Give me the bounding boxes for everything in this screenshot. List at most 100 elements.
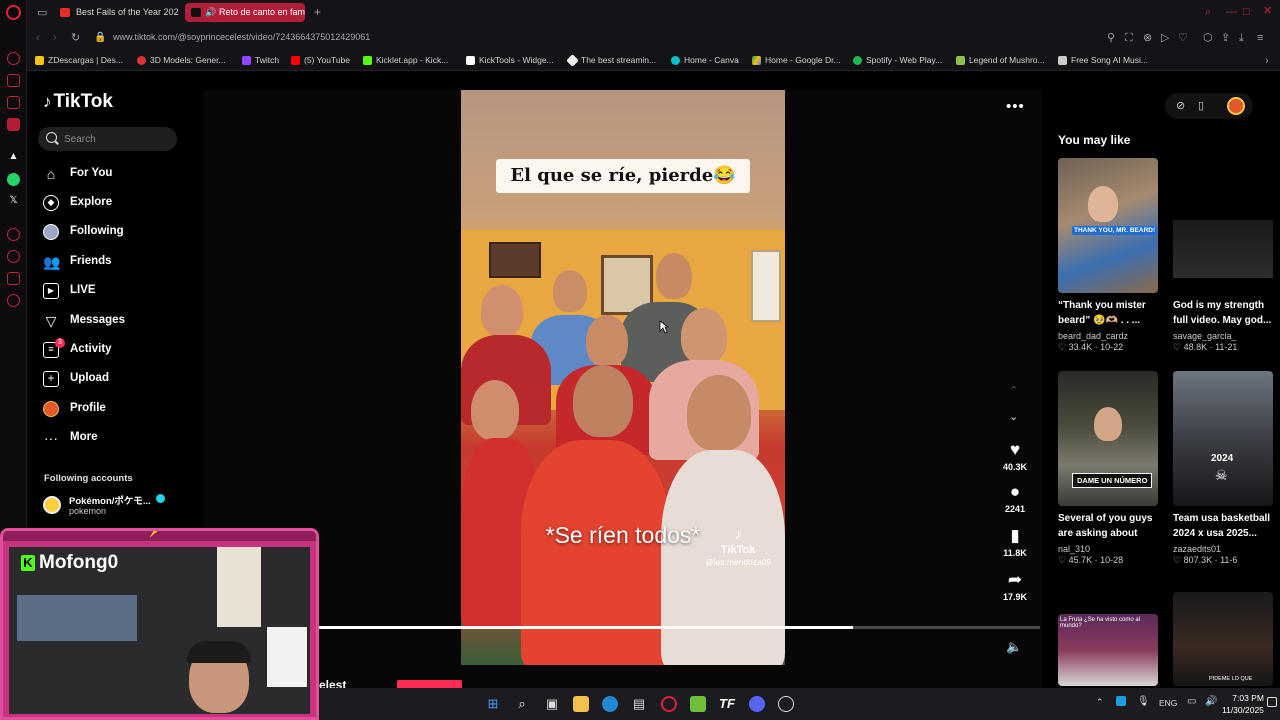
extensions-icon[interactable]: ⬡ bbox=[1203, 32, 1213, 44]
video-player[interactable]: El que se ríe, pierde😂 *Se ríen todos* ♪… bbox=[461, 90, 785, 665]
like-button[interactable]: ♥ 40.3K bbox=[995, 441, 1035, 473]
bookmark-item[interactable]: (5) YouTube bbox=[291, 55, 350, 65]
task-view-icon[interactable]: ▣ bbox=[544, 696, 560, 712]
speaker-tray-icon[interactable]: 🔊 bbox=[1205, 696, 1217, 707]
reload-icon[interactable]: ↻ bbox=[71, 32, 80, 44]
previous-video-icon[interactable]: ⌃ bbox=[1009, 384, 1018, 397]
nav-more[interactable]: ··· More bbox=[41, 426, 191, 450]
bookmark-item[interactable]: Twitch bbox=[242, 55, 279, 65]
opera-taskbar-icon[interactable] bbox=[661, 696, 677, 712]
menu-icon[interactable]: ≡ bbox=[1257, 32, 1263, 44]
search-input[interactable] bbox=[64, 130, 172, 148]
recommended-video-card[interactable]: God is my strength full video. May god..… bbox=[1173, 158, 1273, 353]
clock-icon[interactable] bbox=[7, 250, 20, 263]
language-indicator[interactable]: ENG bbox=[1159, 698, 1177, 708]
edge-icon[interactable] bbox=[602, 696, 618, 712]
taskbar-search-icon[interactable]: ⌕ bbox=[514, 696, 530, 712]
share-arrow-icon: ➦ bbox=[1007, 570, 1023, 589]
network-icon[interactable]: ▭ bbox=[1187, 696, 1196, 707]
volume-icon[interactable]: 🔈 bbox=[1006, 639, 1022, 655]
snapshot-icon[interactable]: ⛶ bbox=[1125, 32, 1133, 44]
opera-logo-icon[interactable] bbox=[6, 5, 21, 20]
recommended-video-card[interactable]: THANK YOU, MR. BEARD! “Thank you mister … bbox=[1058, 158, 1158, 353]
recommended-video-card[interactable]: DAME UN NÚMERO Several of you guys are a… bbox=[1058, 371, 1158, 566]
nav-messages[interactable]: ▽ Messages bbox=[41, 309, 191, 333]
download-icon[interactable]: ⤓ bbox=[1239, 32, 1244, 44]
nav-friends[interactable]: 👥 Friends bbox=[41, 250, 191, 274]
tab-reto-de-canto[interactable]: 🔊 Reto de canto en fami bbox=[185, 3, 305, 22]
video-progress-bar[interactable] bbox=[319, 626, 1040, 629]
close-window-button[interactable]: ✕ bbox=[1263, 5, 1272, 17]
typeframe-icon[interactable]: TF bbox=[719, 696, 735, 712]
nav-live[interactable]: ▶ LIVE bbox=[41, 279, 191, 303]
pin-icon[interactable]: ⚲ bbox=[1107, 32, 1115, 44]
bookmarks-overflow-icon[interactable]: › bbox=[1265, 55, 1269, 67]
cube-icon[interactable] bbox=[7, 272, 20, 285]
notifications-icon[interactable] bbox=[1267, 697, 1277, 707]
bookmark-item[interactable]: Legend of Mushro... bbox=[956, 55, 1045, 65]
minimize-button[interactable]: — bbox=[1226, 6, 1237, 18]
x-twitter-icon[interactable]: 𝕏 bbox=[7, 195, 20, 208]
history-icon[interactable] bbox=[7, 228, 20, 241]
bookmark-item[interactable]: Free Song AI Musi... bbox=[1058, 55, 1148, 65]
tab-best-fails[interactable]: Best Fails of the Year 202 bbox=[54, 3, 180, 22]
search-box[interactable] bbox=[38, 127, 177, 151]
nav-explore[interactable]: ◆ Explore bbox=[41, 191, 191, 215]
recommended-video-card[interactable]: La Fruta ¿Se ha visto como al mundo? bbox=[1058, 614, 1158, 686]
recommended-video-card[interactable]: PIDEME LO QUE bbox=[1173, 592, 1273, 686]
store-icon[interactable]: ▤ bbox=[631, 696, 647, 712]
aria-icon[interactable] bbox=[7, 52, 20, 65]
nav-activity[interactable]: ≡ 3 Activity bbox=[41, 338, 191, 362]
bookmark-item[interactable]: Home - Canva bbox=[671, 55, 739, 65]
tiktok-logo[interactable]: ♪ TikTok bbox=[43, 91, 113, 113]
whatsapp-icon[interactable] bbox=[7, 173, 20, 186]
vpn-icon[interactable]: ⊗ bbox=[1143, 32, 1152, 44]
discord-icon[interactable] bbox=[749, 696, 765, 712]
app-stack-icon[interactable] bbox=[690, 696, 706, 712]
instagram-icon[interactable] bbox=[7, 118, 20, 131]
file-explorer-icon[interactable] bbox=[573, 696, 589, 712]
nav-following[interactable]: Following bbox=[41, 220, 191, 244]
bookmark-item[interactable]: KickTools - Widge... bbox=[466, 55, 554, 65]
microphone-icon[interactable]: 🎙 bbox=[1137, 696, 1150, 707]
player-icon[interactable]: ▷ bbox=[1161, 32, 1169, 44]
shield-icon[interactable] bbox=[7, 96, 20, 109]
bookmark-item[interactable]: ZDescargas | Des... bbox=[35, 55, 123, 65]
device-icon[interactable]: ▯ bbox=[1198, 99, 1204, 112]
url-field[interactable]: www.tiktok.com/@soyprincecelest/video/72… bbox=[113, 32, 370, 42]
taskbar-clock[interactable]: 7:03 PM 11/30/2025 bbox=[1222, 692, 1264, 716]
following-account-item[interactable]: Pokémon/ポケモ... pokemon bbox=[41, 492, 191, 522]
flow-icon[interactable]: ▲ bbox=[7, 151, 20, 164]
user-avatar[interactable] bbox=[1227, 97, 1245, 115]
bag-icon[interactable] bbox=[7, 74, 20, 87]
speaker-icon[interactable]: 🔊 bbox=[205, 3, 216, 22]
bookmark-item[interactable]: The best streamin... bbox=[566, 54, 656, 67]
video-more-options-icon[interactable]: ••• bbox=[1006, 98, 1025, 115]
share-button[interactable]: ➦ 17.9K bbox=[995, 570, 1035, 603]
nav-upload[interactable]: + Upload bbox=[41, 367, 191, 391]
forward-icon[interactable]: › bbox=[53, 32, 57, 44]
get-coins-icon[interactable]: ⊘ bbox=[1176, 99, 1185, 112]
new-tab-button[interactable]: + bbox=[314, 6, 321, 18]
windows-start-icon[interactable]: ⊞ bbox=[485, 696, 501, 712]
app-gear-icon[interactable] bbox=[778, 696, 794, 712]
tray-overflow-icon[interactable]: ⌃ bbox=[1096, 697, 1104, 708]
search-tabs-icon[interactable]: ⌕ bbox=[1205, 6, 1211, 18]
share-icon[interactable]: ⇪ bbox=[1221, 32, 1230, 44]
back-icon[interactable]: ‹ bbox=[36, 32, 40, 44]
heart-icon[interactable]: ♡ bbox=[1178, 32, 1188, 44]
save-button[interactable]: ▮ 11.8K bbox=[995, 527, 1035, 559]
bookmark-item[interactable]: Home - Google Dr... bbox=[752, 55, 841, 65]
nav-for-you[interactable]: ⌂ For You bbox=[41, 162, 191, 186]
recommended-video-card[interactable]: 2024 ☠ Team usa basketball 2024 x usa 20… bbox=[1173, 371, 1273, 566]
maximize-button[interactable]: □ bbox=[1243, 6, 1250, 18]
comment-button[interactable]: ● 2241 bbox=[995, 483, 1035, 515]
settings-icon[interactable] bbox=[7, 294, 20, 307]
next-video-icon[interactable]: ⌄ bbox=[1009, 410, 1018, 423]
bookmark-item[interactable]: Kicklet.app - Kick... bbox=[363, 55, 448, 65]
tray-app-icon[interactable] bbox=[1116, 696, 1126, 706]
bookmark-item[interactable]: Spotify - Web Play... bbox=[853, 55, 942, 65]
nav-profile[interactable]: Profile bbox=[41, 397, 191, 421]
bookmark-item[interactable]: 3D Models: Gener... bbox=[137, 55, 226, 65]
tab-islands-icon[interactable]: ▭ bbox=[37, 7, 47, 19]
